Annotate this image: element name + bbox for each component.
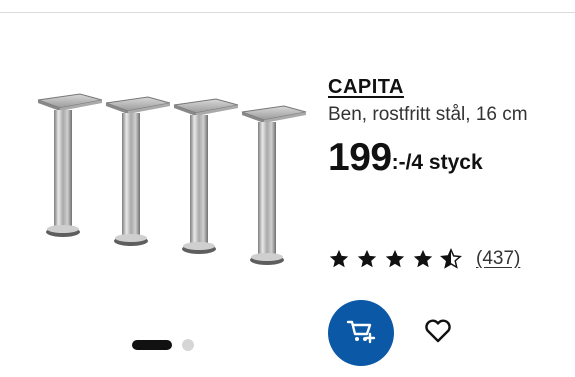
product-image[interactable] — [28, 82, 318, 272]
shopping-cart-add-icon — [346, 318, 376, 349]
star-icon — [413, 249, 433, 268]
leg-2 — [105, 96, 171, 246]
star-icon — [385, 249, 405, 268]
review-count-link[interactable]: (437) — [476, 248, 520, 270]
carousel-dot-active[interactable] — [132, 340, 172, 350]
product-info: CAPITA Ben, rostfritt stål, 16 cm 199 :-… — [328, 74, 568, 178]
image-carousel-indicator[interactable] — [132, 338, 194, 352]
star-icon — [357, 249, 377, 268]
heart-icon — [424, 319, 452, 348]
add-to-cart-button[interactable] — [328, 300, 394, 366]
rating[interactable]: (437) — [328, 248, 520, 270]
favorite-button[interactable] — [418, 316, 458, 350]
price-unit: :-/4 styck — [391, 151, 483, 174]
star-icon — [329, 249, 349, 268]
price: 199 :-/4 styck — [328, 138, 568, 178]
star-half-icon — [440, 248, 462, 269]
product-description: Ben, rostfritt stål, 16 cm — [328, 104, 528, 125]
leg-4 — [241, 105, 307, 265]
carousel-dot[interactable] — [182, 339, 194, 351]
top-divider — [0, 12, 575, 13]
leg-1 — [37, 93, 103, 237]
star-rating — [328, 248, 462, 270]
leg-3 — [173, 98, 239, 254]
price-amount: 199 — [328, 136, 392, 179]
product-name-link[interactable]: CAPITA — [328, 74, 568, 100]
